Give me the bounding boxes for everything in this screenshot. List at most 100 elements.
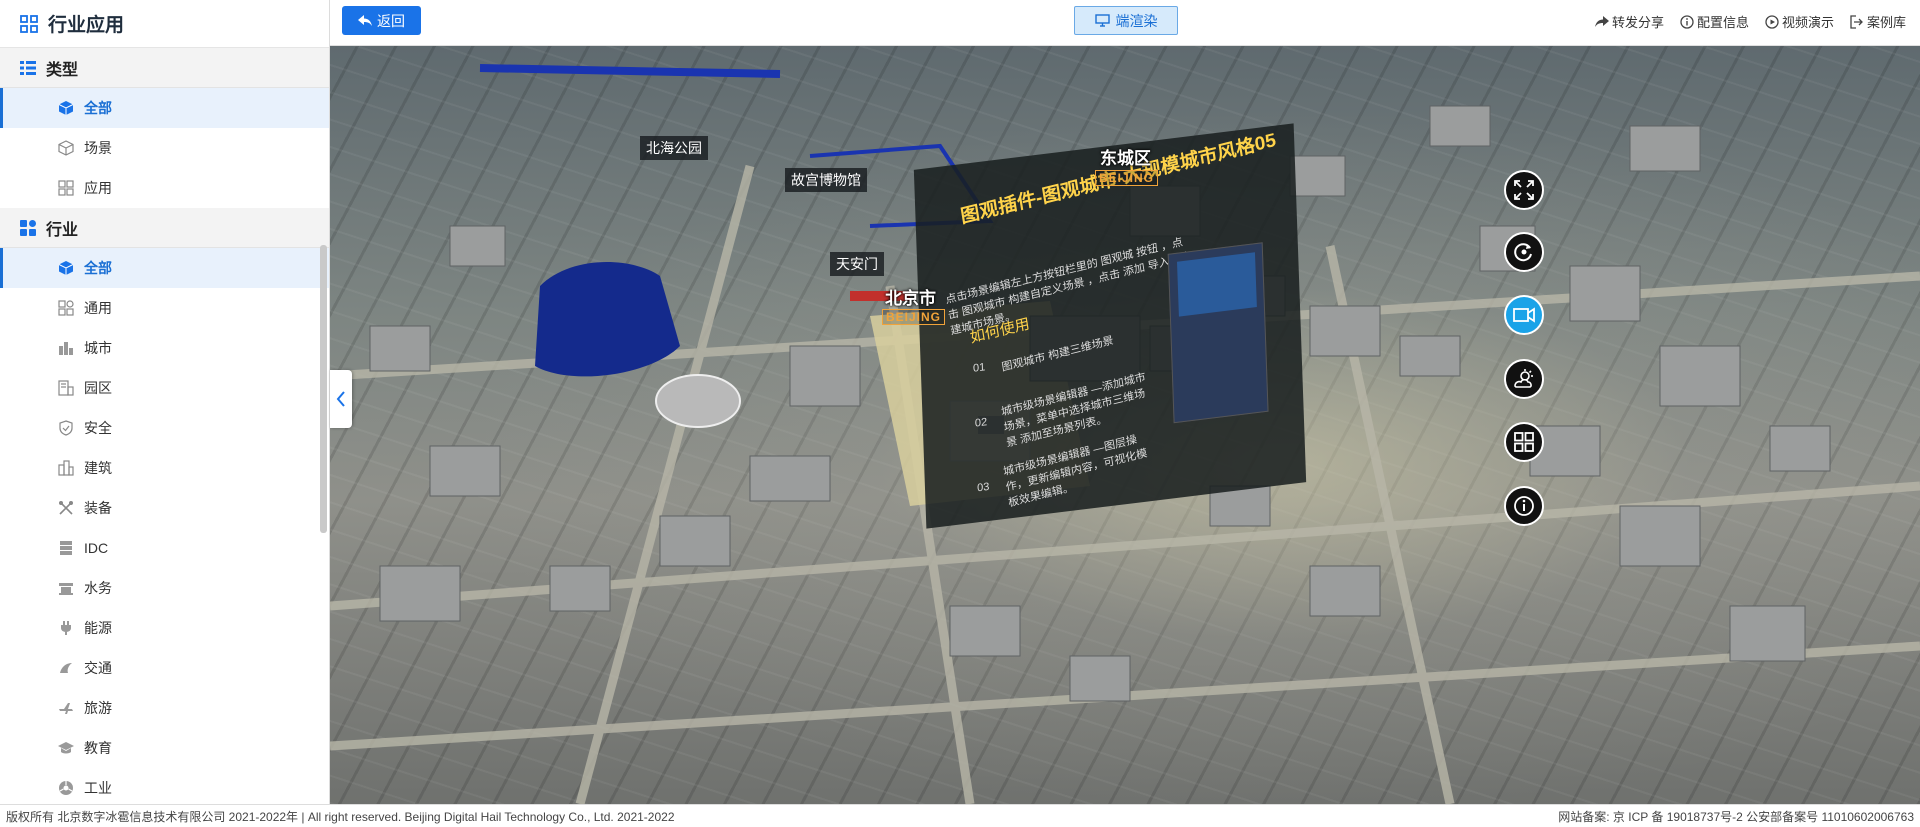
grid-icon <box>20 219 36 236</box>
city-icon <box>59 342 73 355</box>
top-bar: 返回 端渲染 转发分享 配置信息 视频演示 案例库 <box>330 0 1920 46</box>
sidebar-item-label: 水务 <box>84 580 112 596</box>
group-type[interactable]: 类型 <box>0 48 329 88</box>
sidebar-item-education[interactable]: 教育 <box>0 728 329 768</box>
sidebar-item-label: 通用 <box>84 300 112 316</box>
config-link-label: 配置信息 <box>1696 15 1749 30</box>
sidebar-item-label: 工业 <box>84 780 112 796</box>
sidebar-item-energy[interactable]: 能源 <box>0 608 329 648</box>
sidebar-item-label: IDC <box>84 540 109 556</box>
info-button[interactable] <box>1504 486 1544 526</box>
back-button[interactable]: 返回 <box>342 6 421 35</box>
panel-step3-no: 03 <box>976 480 990 495</box>
cube-outline-icon <box>58 140 74 156</box>
plug-icon <box>61 621 71 635</box>
sidebar-item-city[interactable]: 城市 <box>0 328 329 368</box>
travel-icon <box>59 703 73 714</box>
render-mode-button[interactable]: 端渲染 <box>1074 6 1178 35</box>
top-links: 转发分享 配置信息 视频演示 案例库 <box>1594 12 1906 31</box>
sidebar-item-label: 教育 <box>84 740 112 756</box>
sidebar-item-label: 安全 <box>84 420 112 436</box>
cube-icon <box>58 261 74 275</box>
video-button[interactable] <box>1504 295 1544 335</box>
sidebar-item-park[interactable]: 园区 <box>0 368 329 408</box>
industry-icon <box>59 781 73 795</box>
footer-icp[interactable]: 网站备案: 京 ICP 备 19018737号-2 公安部备案号 1101060… <box>1558 808 1914 825</box>
fullscreen-icon <box>1514 180 1534 200</box>
sidebar-item-general[interactable]: 通用 <box>0 288 329 328</box>
panel-step2-no: 02 <box>974 416 988 430</box>
back-button-label: 返回 <box>377 12 405 29</box>
group-industry-label: 行业 <box>46 221 79 239</box>
play-icon <box>1765 14 1779 29</box>
beijing-marker-east[interactable]: BEIJING <box>1095 170 1159 186</box>
panel-intro: 点击场景编辑左上方按钮栏里的 图观城 按钮 ，点击 图观城市 构建自定义场景 ，… <box>944 236 1193 338</box>
sidebar-item-idc[interactable]: IDC <box>0 528 329 568</box>
sidebar-item-traffic[interactable]: 交通 <box>0 648 329 688</box>
sidebar-item-label: 能源 <box>84 620 112 636</box>
layout-icon <box>1514 432 1534 452</box>
share-link-label: 转发分享 <box>1611 15 1664 30</box>
traffic-icon <box>60 663 72 673</box>
label-beijing-city[interactable]: 北京市 <box>885 284 936 309</box>
app-grid-icon <box>20 14 38 33</box>
case-library-link-label: 案例库 <box>1866 15 1906 30</box>
sidebar-item-label: 全部 <box>84 100 112 116</box>
sidebar-item-label: 园区 <box>84 380 112 396</box>
weather-button[interactable] <box>1504 359 1544 399</box>
label-beihai-park[interactable]: 北海公园 <box>640 136 708 160</box>
sidebar-item-travel[interactable]: 旅游 <box>0 688 329 728</box>
sidebar-title: 行业应用 <box>0 0 329 48</box>
sidebar-item-scene[interactable]: 场景 <box>0 128 329 168</box>
layout-button[interactable] <box>1504 422 1544 462</box>
panel-preview-image <box>1167 242 1269 424</box>
rotate-icon <box>1514 243 1532 262</box>
chevron-left-icon <box>336 391 345 407</box>
sidebar-item-industry-all[interactable]: 全部 <box>0 248 329 288</box>
sidebar-item-label: 建筑 <box>84 460 112 476</box>
video-demo-link-label: 视频演示 <box>1781 15 1834 30</box>
app-grid-icon <box>58 180 74 196</box>
sidebar-item-type-all[interactable]: 全部 <box>0 88 329 128</box>
panel-step1-no: 01 <box>972 361 986 375</box>
sidebar-item-equipment[interactable]: 装备 <box>0 488 329 528</box>
fullscreen-button[interactable] <box>1504 170 1544 210</box>
label-palace-museum[interactable]: 故宫博物馆 <box>785 168 867 192</box>
video-icon <box>1513 307 1535 323</box>
sidebar-item-label: 交通 <box>84 660 112 676</box>
tools-icon <box>59 501 73 515</box>
sidebar-item-building[interactable]: 建筑 <box>0 448 329 488</box>
group-industry[interactable]: 行业 <box>0 208 329 248</box>
cube-icon <box>58 101 74 115</box>
footer: 版权所有 北京数字冰雹信息技术有限公司 2021-2022年 | All rig… <box>0 804 1920 827</box>
share-link[interactable]: 转发分享 <box>1594 12 1664 31</box>
sidebar-item-safety[interactable]: 安全 <box>0 408 329 448</box>
back-arrow-icon <box>358 14 372 26</box>
video-demo-link[interactable]: 视频演示 <box>1765 12 1834 31</box>
label-tiananmen[interactable]: 天安门 <box>830 252 884 276</box>
sidebar-scrollbar[interactable] <box>320 245 327 533</box>
sidebar-item-label: 城市 <box>84 340 112 356</box>
map-viewport[interactable]: 图观插件-图观城市-大规模城市风格05 点击场景编辑左上方按钮栏里的 图观城 按… <box>330 46 1920 804</box>
sidebar-item-industry[interactable]: 工业 <box>0 768 329 804</box>
server-icon <box>60 541 72 555</box>
exit-icon <box>1850 14 1863 29</box>
info-icon <box>1680 14 1694 29</box>
sidebar-item-label: 场景 <box>84 140 112 156</box>
footer-copyright: 版权所有 北京数字冰雹信息技术有限公司 2021-2022年 | All rig… <box>6 809 675 824</box>
sidebar-item-app[interactable]: 应用 <box>0 168 329 208</box>
case-library-link[interactable]: 案例库 <box>1850 12 1906 31</box>
config-link[interactable]: 配置信息 <box>1680 12 1749 31</box>
building-icon <box>58 460 74 476</box>
group-type-label: 类型 <box>46 61 79 79</box>
rotate-button[interactable] <box>1504 232 1544 272</box>
beijing-marker-center[interactable]: BEIJING <box>882 309 946 325</box>
sidebar-item-water[interactable]: 水务 <box>0 568 329 608</box>
sidebar-collapse-toggle[interactable] <box>330 370 352 428</box>
sidebar-title-text: 行业应用 <box>48 15 125 36</box>
render-mode-label: 端渲染 <box>1115 12 1158 29</box>
sidebar-item-label: 全部 <box>84 260 112 276</box>
label-dongcheng[interactable]: 东城区 <box>1100 144 1151 169</box>
grid-icon <box>58 300 74 316</box>
share-icon <box>1594 15 1609 27</box>
